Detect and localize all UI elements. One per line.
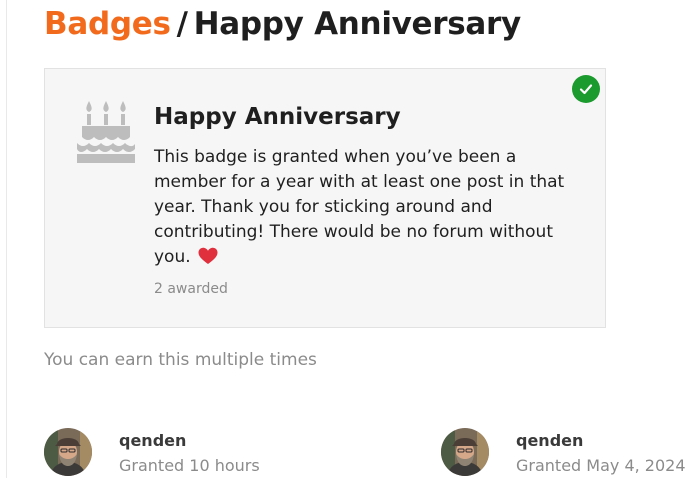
grant-date: Granted May 4, 2024 [516,456,686,475]
heart-icon [198,247,218,273]
birthday-cake-icon [76,97,136,165]
breadcrumb-separator: / [176,6,188,42]
badge-earned-check-icon [572,75,600,103]
breadcrumb-current: Happy Anniversary [193,6,522,42]
sidebar-divider [6,0,7,478]
badge-description: This badge is granted when you’ve been a… [154,145,574,273]
multiple-earn-note: You can earn this multiple times [44,350,317,370]
breadcrumb: Badges / Happy Anniversary [44,2,521,46]
grant-date: Granted 10 hours [119,456,260,475]
badge-card: Happy Anniversary This badge is granted … [44,68,606,328]
awarded-count: 2 awarded [154,281,228,297]
grant-username[interactable]: qenden [516,430,583,452]
grant-username[interactable]: qenden [119,430,186,452]
user-avatar[interactable] [44,428,92,476]
breadcrumb-badges-link[interactable]: Badges [44,6,171,42]
badge-title: Happy Anniversary [154,104,401,130]
user-avatar[interactable] [441,428,489,476]
badge-page: Badges / Happy Anniversary Happy Anniver… [0,0,690,478]
